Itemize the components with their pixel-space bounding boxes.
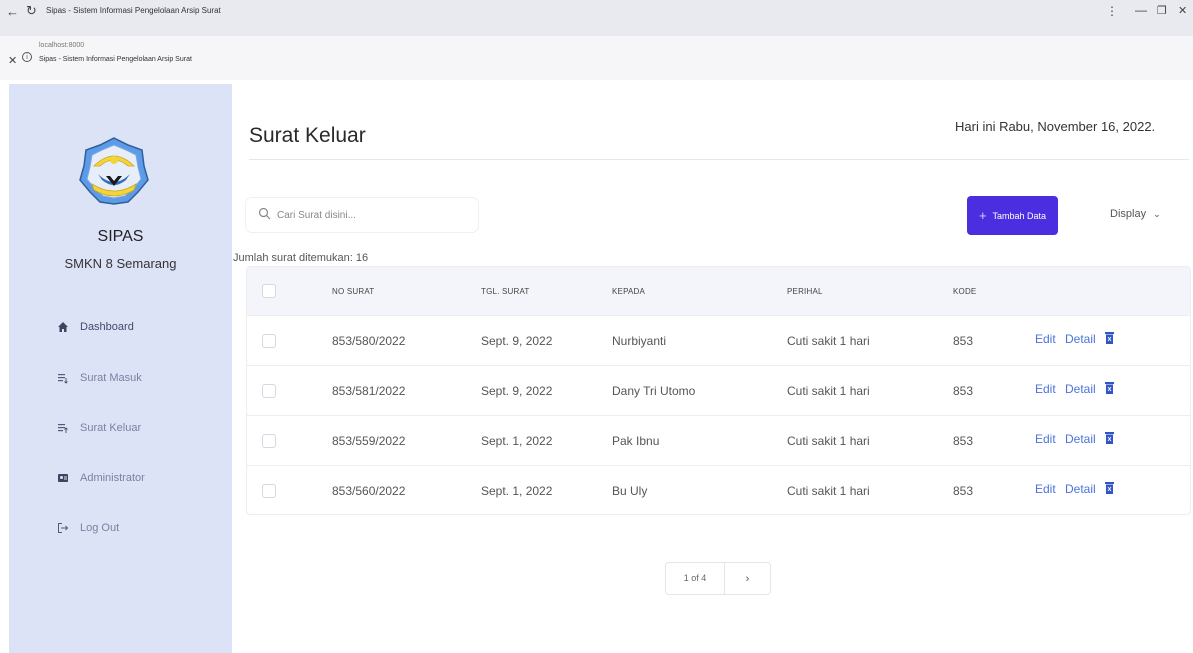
trash-icon[interactable] xyxy=(1105,482,1114,494)
table-row: 853/559/2022 Sept. 1, 2022 Pak Ibnu Cuti… xyxy=(247,415,1190,465)
cell-no-surat: 853/559/2022 xyxy=(332,434,406,448)
search-input[interactable] xyxy=(277,209,457,221)
info-icon[interactable]: i xyxy=(22,52,32,62)
page-title: Surat Keluar xyxy=(249,124,366,147)
detail-link[interactable]: Detail xyxy=(1065,482,1096,496)
cell-kode: 853 xyxy=(953,484,974,498)
minimize-icon[interactable]: — xyxy=(1135,3,1147,17)
edit-link[interactable]: Edit xyxy=(1035,432,1056,446)
tab-title: Sipas - Sistem Informasi Pengelolaan Ars… xyxy=(46,6,221,15)
kebab-menu-icon[interactable]: ⋮ xyxy=(1106,4,1118,18)
add-data-button[interactable]: + Tambah Data xyxy=(967,196,1058,235)
column-header: KODE xyxy=(953,287,977,296)
row-checkbox[interactable] xyxy=(262,384,276,398)
chevron-down-icon: ⌄ xyxy=(1153,209,1161,219)
cell-no-surat: 853/560/2022 xyxy=(332,484,406,498)
sidebar-item-log-out[interactable]: Log Out xyxy=(56,516,119,540)
edit-link[interactable]: Edit xyxy=(1035,482,1056,496)
outbox-list-icon xyxy=(56,421,70,435)
cell-tgl-surat: Sept. 9, 2022 xyxy=(481,384,553,398)
search-box[interactable] xyxy=(246,198,478,232)
sidebar-item-dashboard[interactable]: Dashboard xyxy=(56,315,134,339)
letters-table: NO SURAT TGL. SURAT KEPADA PERIHAL KODE … xyxy=(246,266,1191,515)
plus-icon: + xyxy=(978,208,987,223)
cell-kepada: Pak Ibnu xyxy=(612,434,660,448)
window-close-icon[interactable]: ✕ xyxy=(1178,4,1187,17)
result-count: Jumlah surat ditemukan: 16 xyxy=(233,252,369,264)
trash-icon[interactable] xyxy=(1105,332,1114,344)
sidebar-item-label: Administrator xyxy=(80,472,145,484)
home-icon xyxy=(56,320,70,334)
edit-link[interactable]: Edit xyxy=(1035,382,1056,396)
app-brand: SIPAS xyxy=(97,228,144,245)
cell-kode: 853 xyxy=(953,334,974,348)
cell-perihal: Cuti sakit 1 hari xyxy=(787,434,870,448)
sidebar-item-surat-masuk[interactable]: Surat Masuk xyxy=(56,366,142,390)
trash-icon[interactable] xyxy=(1105,432,1114,444)
cell-kode: 853 xyxy=(953,384,974,398)
cell-no-surat: 853/580/2022 xyxy=(332,334,406,348)
school-logo xyxy=(79,137,149,205)
sidebar-item-label: Surat Masuk xyxy=(80,372,142,384)
cell-perihal: Cuti sakit 1 hari xyxy=(787,384,870,398)
browser-titlebar: ← ↻ Sipas - Sistem Informasi Pengelolaan… xyxy=(0,0,1193,36)
display-dropdown[interactable]: Display ⌄ xyxy=(1110,208,1161,220)
trash-icon[interactable] xyxy=(1105,382,1114,394)
table-row: 853/581/2022 Sept. 9, 2022 Dany Tri Utom… xyxy=(247,365,1190,415)
school-name: SMKN 8 Semarang xyxy=(64,256,177,271)
close-icon[interactable]: ✕ xyxy=(8,54,17,67)
cell-tgl-surat: Sept. 1, 2022 xyxy=(481,484,553,498)
search-icon xyxy=(258,207,271,223)
sidebar-item-label: Surat Keluar xyxy=(80,422,142,434)
url-text[interactable]: localhost:8000 xyxy=(39,42,84,49)
row-checkbox[interactable] xyxy=(262,484,276,498)
cell-perihal: Cuti sakit 1 hari xyxy=(787,334,870,348)
cell-kode: 853 xyxy=(953,434,974,448)
row-checkbox[interactable] xyxy=(262,334,276,348)
cell-kepada: Dany Tri Utomo xyxy=(612,384,696,398)
reload-icon[interactable]: ↻ xyxy=(26,3,37,19)
detail-link[interactable]: Detail xyxy=(1065,332,1096,346)
maximize-icon[interactable]: ❐ xyxy=(1157,4,1167,17)
detail-link[interactable]: Detail xyxy=(1065,382,1096,396)
sidebar-item-administrator[interactable]: Administrator xyxy=(56,466,145,490)
page-title-text: Sipas - Sistem Informasi Pengelolaan Ars… xyxy=(39,56,192,63)
cell-tgl-surat: Sept. 9, 2022 xyxy=(481,334,553,348)
cell-perihal: Cuti sakit 1 hari xyxy=(787,484,870,498)
page-indicator: 1 of 4 xyxy=(666,563,725,594)
display-label: Display xyxy=(1110,208,1147,220)
sidebar-item-label: Log Out xyxy=(80,522,120,534)
cell-no-surat: 853/581/2022 xyxy=(332,384,406,398)
table-row: 853/560/2022 Sept. 1, 2022 Bu Uly Cuti s… xyxy=(247,465,1190,515)
column-header: NO SURAT xyxy=(332,287,375,296)
cell-kepada: Nurbiyanti xyxy=(612,334,667,348)
table-row: 853/580/2022 Sept. 9, 2022 Nurbiyanti Cu… xyxy=(247,315,1190,365)
admin-icon xyxy=(56,471,70,485)
logout-icon xyxy=(56,521,70,535)
sidebar-item-surat-keluar[interactable]: Surat Keluar xyxy=(56,416,141,440)
column-header: KEPADA xyxy=(612,287,646,296)
row-checkbox[interactable] xyxy=(262,434,276,448)
add-data-label: Tambah Data xyxy=(992,210,1047,221)
back-arrow-icon[interactable]: ← xyxy=(6,4,19,19)
next-page-button[interactable]: › xyxy=(725,573,770,585)
inbox-list-icon xyxy=(56,371,70,385)
select-all-checkbox[interactable] xyxy=(262,284,276,298)
date-text: Hari ini Rabu, November 16, 2022. xyxy=(955,119,1156,134)
cell-tgl-surat: Sept. 1, 2022 xyxy=(481,434,553,448)
detail-link[interactable]: Detail xyxy=(1065,432,1096,446)
header-divider xyxy=(249,159,1189,160)
cell-kepada: Bu Uly xyxy=(612,484,648,498)
pagination: 1 of 4 › xyxy=(665,562,771,595)
column-header: TGL. SURAT xyxy=(481,287,530,296)
sidebar-item-label: Dashboard xyxy=(80,321,134,333)
column-header: PERIHAL xyxy=(787,287,823,296)
edit-link[interactable]: Edit xyxy=(1035,332,1056,346)
table-header: NO SURAT TGL. SURAT KEPADA PERIHAL KODE xyxy=(247,267,1190,315)
